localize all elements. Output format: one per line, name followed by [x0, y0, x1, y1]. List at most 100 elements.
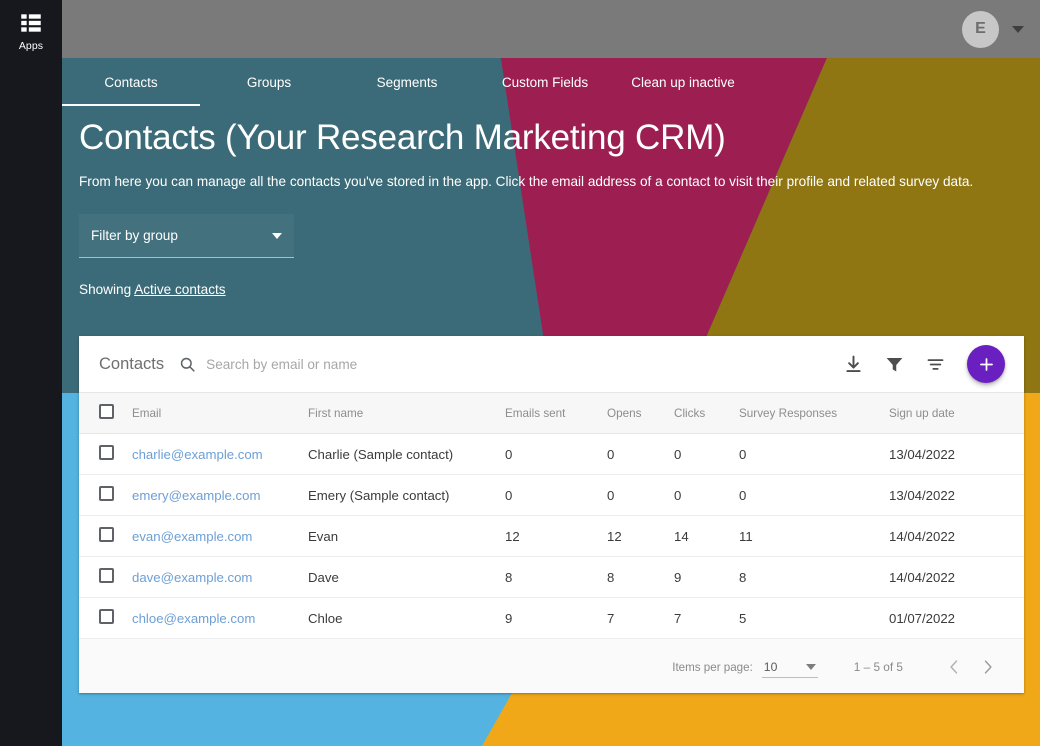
chevron-left-icon: [944, 657, 964, 677]
chevron-down-icon: [806, 664, 816, 670]
table-body: charlie@example.com Charlie (Sample cont…: [79, 434, 1024, 639]
toolbar-actions: [843, 345, 1024, 383]
row-select-cell: [79, 557, 132, 598]
cell-email: chloe@example.com: [132, 598, 308, 639]
email-link[interactable]: dave@example.com: [132, 570, 252, 585]
row-select-cell: [79, 516, 132, 557]
cell-first-name: Dave: [308, 557, 505, 598]
download-icon[interactable]: [843, 354, 864, 375]
table-row[interactable]: chloe@example.com Chloe 9 7 7 5 01/07/20…: [79, 598, 1024, 639]
funnel-filter-icon-svg: [884, 354, 905, 375]
cell-opens: 0: [607, 434, 674, 475]
cell-opens: 12: [607, 516, 674, 557]
cell-first-name: Chloe: [308, 598, 505, 639]
tab-clean-up-inactive[interactable]: Clean up inactive: [614, 58, 752, 106]
cell-sign-up-date: 14/04/2022: [889, 516, 1024, 557]
tab-segments-label: Segments: [377, 75, 438, 90]
cell-email: dave@example.com: [132, 557, 308, 598]
tab-groups[interactable]: Groups: [200, 58, 338, 106]
top-bar: E: [62, 0, 1040, 58]
sidebar-item-apps[interactable]: Apps: [18, 10, 44, 52]
cell-email: evan@example.com: [132, 516, 308, 557]
nav-tabs: Contacts Groups Segments Custom Fields C…: [62, 58, 1040, 106]
cell-first-name: Charlie (Sample contact): [308, 434, 505, 475]
items-per-page-select[interactable]: 10: [762, 657, 818, 678]
sidebar-item-apps-label: Apps: [19, 40, 43, 52]
showing-status: Showing Active contacts: [79, 282, 226, 297]
cell-emails-sent: 8: [505, 557, 607, 598]
cell-survey-responses: 5: [739, 598, 889, 639]
tab-clean-up-inactive-label: Clean up inactive: [631, 75, 735, 90]
cell-first-name: Emery (Sample contact): [308, 475, 505, 516]
tab-custom-fields-label: Custom Fields: [502, 75, 588, 90]
row-select-cell: [79, 434, 132, 475]
previous-page-button[interactable]: [937, 650, 971, 684]
table-row[interactable]: charlie@example.com Charlie (Sample cont…: [79, 434, 1024, 475]
card-toolbar: Contacts: [79, 336, 1024, 392]
row-checkbox[interactable]: [99, 568, 114, 583]
email-link[interactable]: charlie@example.com: [132, 447, 263, 462]
download-icon-svg: [843, 354, 864, 375]
avatar[interactable]: E: [962, 11, 999, 48]
cell-survey-responses: 0: [739, 475, 889, 516]
apps-grid-icon-svg: [18, 10, 44, 36]
paginator: Items per page: 10 1 – 5 of 5: [79, 639, 1024, 693]
email-link[interactable]: evan@example.com: [132, 529, 252, 544]
cell-sign-up-date: 13/04/2022: [889, 475, 1024, 516]
search-icon: [178, 355, 197, 374]
row-checkbox[interactable]: [99, 609, 114, 624]
column-header-first-name[interactable]: First name: [308, 393, 505, 434]
add-contact-button[interactable]: [967, 345, 1005, 383]
table-row[interactable]: dave@example.com Dave 8 8 9 8 14/04/2022: [79, 557, 1024, 598]
page-title: Contacts (Your Research Marketing CRM): [79, 118, 1019, 158]
filter-by-group-wrapper: Filter by group: [79, 214, 294, 258]
table-row[interactable]: evan@example.com Evan 12 12 14 11 14/04/…: [79, 516, 1024, 557]
page-subtitle: From here you can manage all the contact…: [79, 172, 1019, 191]
account-chevron-down-icon[interactable]: [1012, 26, 1024, 33]
items-per-page-value: 10: [764, 660, 778, 674]
table-row[interactable]: emery@example.com Emery (Sample contact)…: [79, 475, 1024, 516]
cell-survey-responses: 8: [739, 557, 889, 598]
table-head: Email First name Emails sent Opens Click…: [79, 393, 1024, 434]
row-select-cell: [79, 598, 132, 639]
search-icon-svg: [178, 355, 197, 374]
funnel-filter-icon[interactable]: [884, 354, 905, 375]
column-header-clicks[interactable]: Clicks: [674, 393, 739, 434]
row-select-cell: [79, 475, 132, 516]
left-rail: Apps: [0, 0, 62, 746]
cell-emails-sent: 9: [505, 598, 607, 639]
column-header-opens[interactable]: Opens: [607, 393, 674, 434]
column-header-emails-sent[interactable]: Emails sent: [505, 393, 607, 434]
column-header-email[interactable]: Email: [132, 393, 308, 434]
tab-custom-fields[interactable]: Custom Fields: [476, 58, 614, 106]
contacts-table: Email First name Emails sent Opens Click…: [79, 392, 1024, 639]
row-checkbox[interactable]: [99, 486, 114, 501]
tab-segments[interactable]: Segments: [338, 58, 476, 106]
cell-clicks: 9: [674, 557, 739, 598]
column-header-survey-responses[interactable]: Survey Responses: [739, 393, 889, 434]
select-all-checkbox[interactable]: [99, 404, 114, 419]
search-input[interactable]: [206, 357, 526, 372]
row-checkbox[interactable]: [99, 527, 114, 542]
chevron-down-icon: [272, 233, 282, 239]
cell-clicks: 7: [674, 598, 739, 639]
cell-email: emery@example.com: [132, 475, 308, 516]
tab-contacts-label: Contacts: [104, 75, 157, 90]
cell-sign-up-date: 13/04/2022: [889, 434, 1024, 475]
email-link[interactable]: emery@example.com: [132, 488, 260, 503]
row-checkbox[interactable]: [99, 445, 114, 460]
chevron-right-icon: [978, 657, 998, 677]
active-contacts-link[interactable]: Active contacts: [134, 282, 225, 297]
email-link[interactable]: chloe@example.com: [132, 611, 255, 626]
column-header-sign-up-date[interactable]: Sign up date: [889, 393, 1024, 434]
sort-list-icon[interactable]: [925, 354, 946, 375]
tab-contacts[interactable]: Contacts: [62, 58, 200, 106]
page-header: Contacts (Your Research Marketing CRM) F…: [79, 118, 1019, 191]
next-page-button[interactable]: [971, 650, 1005, 684]
cell-clicks: 0: [674, 475, 739, 516]
items-per-page-label: Items per page:: [672, 661, 753, 674]
filter-by-group-select[interactable]: Filter by group: [79, 214, 294, 258]
card-title: Contacts: [99, 355, 164, 374]
table-header-row: Email First name Emails sent Opens Click…: [79, 393, 1024, 434]
cell-opens: 0: [607, 475, 674, 516]
